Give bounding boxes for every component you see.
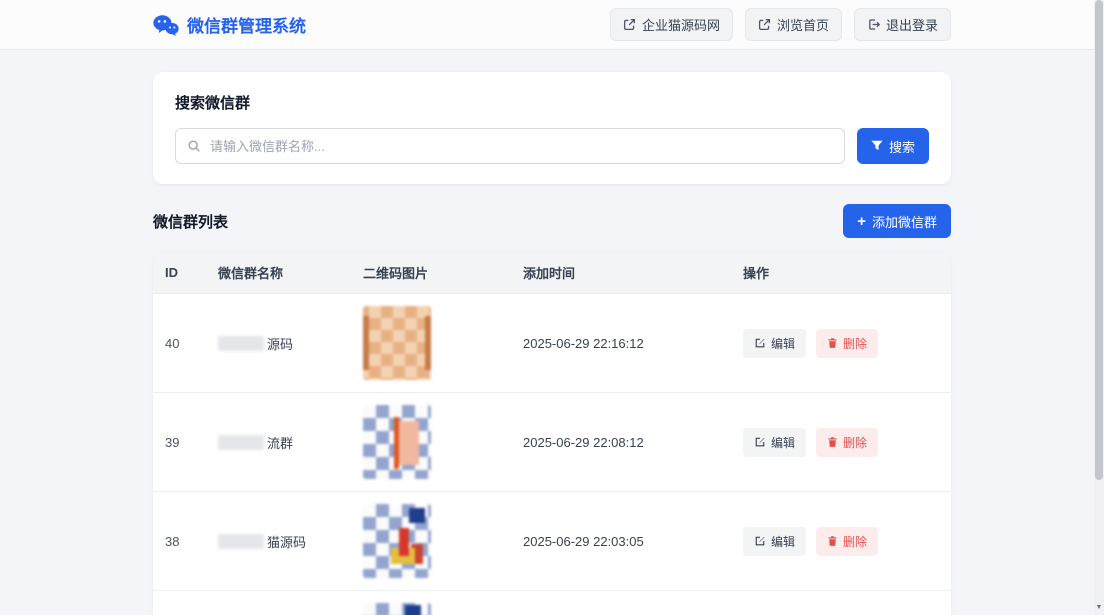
pencil-icon [754, 535, 766, 547]
added-time: 2025-06-29 22:03:05 [511, 491, 731, 591]
group-name-cell: 猫源码 [206, 491, 351, 591]
row-id: 37 [153, 590, 206, 615]
group-name-cell: 源码 [206, 293, 351, 393]
table-row: 37 交流群 2025-06-29 22:02:40 [153, 590, 951, 615]
scrollbar-track[interactable]: ▼ [1094, 0, 1104, 615]
scrollbar-thumb[interactable] [1095, 0, 1103, 480]
group-table-card: ID 微信群名称 二维码图片 添加时间 操作 40 源码 2025-06-29 … [153, 252, 951, 615]
logout-label: 退出登录 [885, 18, 938, 33]
table-row: 39 流群 2025-06-29 22:08:12 编辑 删除 [153, 392, 951, 492]
delete-label: 删除 [843, 435, 868, 450]
edit-button[interactable]: 编辑 [743, 328, 807, 358]
search-button-label: 搜索 [888, 139, 915, 155]
qr-code-image [363, 504, 431, 578]
external-link-icon [623, 18, 636, 31]
header-nav: 企业猫源码网 浏览首页 退出登录 [609, 8, 951, 41]
delete-button[interactable]: 删除 [816, 328, 879, 358]
logout-button[interactable]: 退出登录 [853, 8, 951, 41]
edit-label: 编辑 [771, 534, 796, 549]
search-button[interactable]: 搜索 [857, 128, 929, 164]
pencil-icon [754, 337, 766, 349]
column-header-time: 添加时间 [511, 252, 731, 294]
trash-icon [827, 436, 838, 448]
brand: 微信群管理系统 [153, 12, 306, 37]
trash-icon [827, 535, 838, 547]
list-title: 微信群列表 [153, 213, 229, 231]
group-name: 源码 [267, 336, 294, 352]
column-header-qr: 二维码图片 [351, 252, 511, 294]
added-time: 2025-06-29 22:08:12 [511, 392, 731, 492]
edit-button[interactable]: 编辑 [743, 526, 807, 556]
column-header-name: 微信群名称 [206, 252, 351, 294]
trash-icon [827, 337, 838, 349]
redaction-blur [218, 335, 264, 351]
group-table: ID 微信群名称 二维码图片 添加时间 操作 40 源码 2025-06-29 … [153, 252, 951, 615]
group-name-cell: 流群 [206, 392, 351, 492]
external-link-icon [758, 18, 771, 31]
delete-label: 删除 [843, 534, 868, 549]
qr-code-image [363, 603, 431, 615]
group-name-cell: 交流群 [206, 590, 351, 615]
delete-button[interactable]: 删除 [816, 427, 879, 457]
qr-code-image [363, 306, 431, 380]
column-header-id: ID [153, 252, 206, 294]
edit-button[interactable]: 编辑 [743, 427, 807, 457]
table-row: 38 猫源码 2025-06-29 22:03:05 编辑 删除 [153, 491, 951, 591]
search-card: 搜索微信群 搜索 [153, 72, 951, 184]
redaction-blur [218, 434, 264, 450]
search-input-wrap [175, 128, 845, 164]
filter-icon [871, 139, 883, 154]
qr-code-image [363, 405, 431, 479]
nav-link-label: 浏览首页 [776, 18, 829, 33]
pencil-icon [754, 436, 766, 448]
wechat-logo-icon [153, 14, 179, 36]
plus-icon: + [857, 212, 866, 230]
row-id: 38 [153, 491, 206, 591]
column-header-actions: 操作 [731, 252, 951, 294]
row-id: 40 [153, 293, 206, 393]
delete-label: 删除 [843, 336, 868, 351]
table-header-row: ID 微信群名称 二维码图片 添加时间 操作 [153, 252, 951, 294]
table-row: 40 源码 2025-06-29 22:16:12 编辑 删除 [153, 293, 951, 393]
nav-link-source-site[interactable]: 企业猫源码网 [609, 8, 733, 41]
row-id: 39 [153, 392, 206, 492]
scrollbar-down-arrow[interactable]: ▼ [1094, 603, 1104, 613]
add-group-label: 添加微信群 [871, 214, 937, 230]
group-name: 流群 [267, 435, 294, 451]
edit-label: 编辑 [771, 336, 796, 351]
added-time: 2025-06-29 22:02:40 [511, 590, 731, 615]
nav-link-home[interactable]: 浏览首页 [744, 8, 842, 41]
redaction-blur [218, 533, 264, 549]
logout-icon [867, 18, 880, 31]
search-section-title: 搜索微信群 [175, 95, 251, 112]
app-header: 微信群管理系统 企业猫源码网 浏览首页 退出登录 [0, 0, 1104, 50]
app-title: 微信群管理系统 [187, 17, 306, 36]
group-name: 猫源码 [267, 534, 307, 550]
edit-label: 编辑 [771, 435, 796, 450]
nav-link-label: 企业猫源码网 [641, 18, 720, 33]
search-input[interactable] [175, 128, 845, 164]
delete-button[interactable]: 删除 [816, 526, 879, 556]
added-time: 2025-06-29 22:16:12 [511, 293, 731, 393]
main-content: 搜索微信群 搜索 微信群列表 + [153, 50, 951, 615]
add-group-button[interactable]: + 添加微信群 [843, 204, 951, 238]
